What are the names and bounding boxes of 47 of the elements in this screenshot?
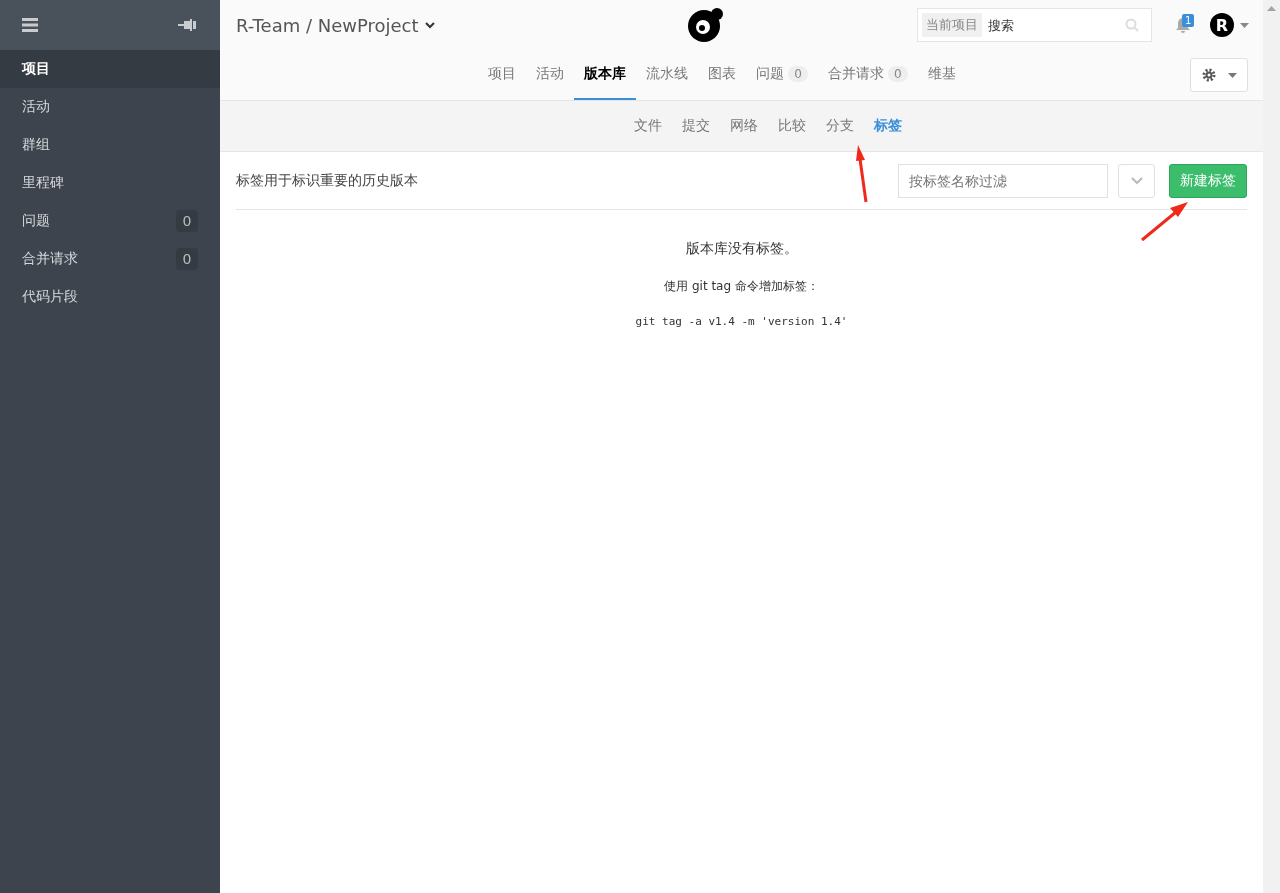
- sub-tab[interactable]: 文件: [633, 117, 662, 135]
- sub-tab[interactable]: 标签: [873, 117, 902, 135]
- notification-badge: 1: [1182, 14, 1195, 27]
- search-scope-label: 当前项目: [922, 13, 982, 37]
- chevron-down-icon: [1130, 176, 1143, 185]
- nav-tab[interactable]: 项目: [478, 50, 527, 100]
- sidebar-item[interactable]: 问题 0: [0, 202, 220, 240]
- count-badge: 0: [888, 66, 908, 82]
- sub-tab[interactable]: 提交: [681, 117, 710, 135]
- scrollbar[interactable]: [1263, 0, 1280, 893]
- sub-tab[interactable]: 网络: [729, 117, 758, 135]
- count-badge: 0: [176, 210, 198, 232]
- sidebar-item[interactable]: 代码片段: [0, 278, 220, 316]
- pin-icon[interactable]: [178, 19, 196, 31]
- empty-hint: 使用 git tag 命令增加标签：: [664, 278, 819, 295]
- caret-icon[interactable]: [1240, 22, 1249, 28]
- settings-icon: [1201, 68, 1216, 82]
- annotation-arrow: [1140, 202, 1188, 242]
- description-text: 标签用于标识重要的历史版本: [236, 171, 419, 190]
- nav-tab[interactable]: 图表: [698, 50, 747, 100]
- filter-field[interactable]: 按标签名称过滤: [898, 163, 1108, 198]
- count-badge: 0: [176, 248, 198, 270]
- menu-icon[interactable]: [22, 18, 38, 32]
- nav-tab[interactable]: 流水线: [636, 50, 699, 100]
- project-title[interactable]: R-Team / NewProject: [236, 14, 419, 36]
- sidebar-item[interactable]: 合并请求 0: [0, 240, 220, 278]
- avatar[interactable]: R: [1210, 13, 1234, 37]
- sidebar-item[interactable]: 里程碑: [0, 164, 220, 202]
- sidebar-item[interactable]: 活动: [0, 88, 220, 126]
- search-field[interactable]: 当前项目 搜索: [917, 8, 1152, 42]
- sub-tab[interactable]: 比较: [777, 117, 806, 135]
- sub-tab[interactable]: 分支: [825, 117, 854, 135]
- nav-tab[interactable]: 活动: [526, 50, 575, 100]
- count-badge: 0: [788, 66, 808, 82]
- empty-title: 版本库没有标签。: [685, 240, 798, 258]
- nav-tab[interactable]: 问题 0: [746, 50, 818, 100]
- sidebar-item[interactable]: 项目: [0, 50, 220, 88]
- command-text: git tag -a v1.4 -m 'version 1.4': [635, 315, 848, 328]
- nav-tab[interactable]: 合并请求 0: [818, 50, 918, 100]
- caret-icon: [1227, 72, 1237, 78]
- chevron-down-icon[interactable]: [424, 21, 435, 29]
- settings-button[interactable]: [1190, 58, 1248, 92]
- new-tag-button[interactable]: 新建标签: [1169, 163, 1247, 198]
- search-icon: [1125, 18, 1139, 32]
- sidebar-item[interactable]: 群组: [0, 126, 220, 164]
- nav-tab[interactable]: 维基: [917, 50, 966, 100]
- logo-icon[interactable]: [686, 7, 725, 43]
